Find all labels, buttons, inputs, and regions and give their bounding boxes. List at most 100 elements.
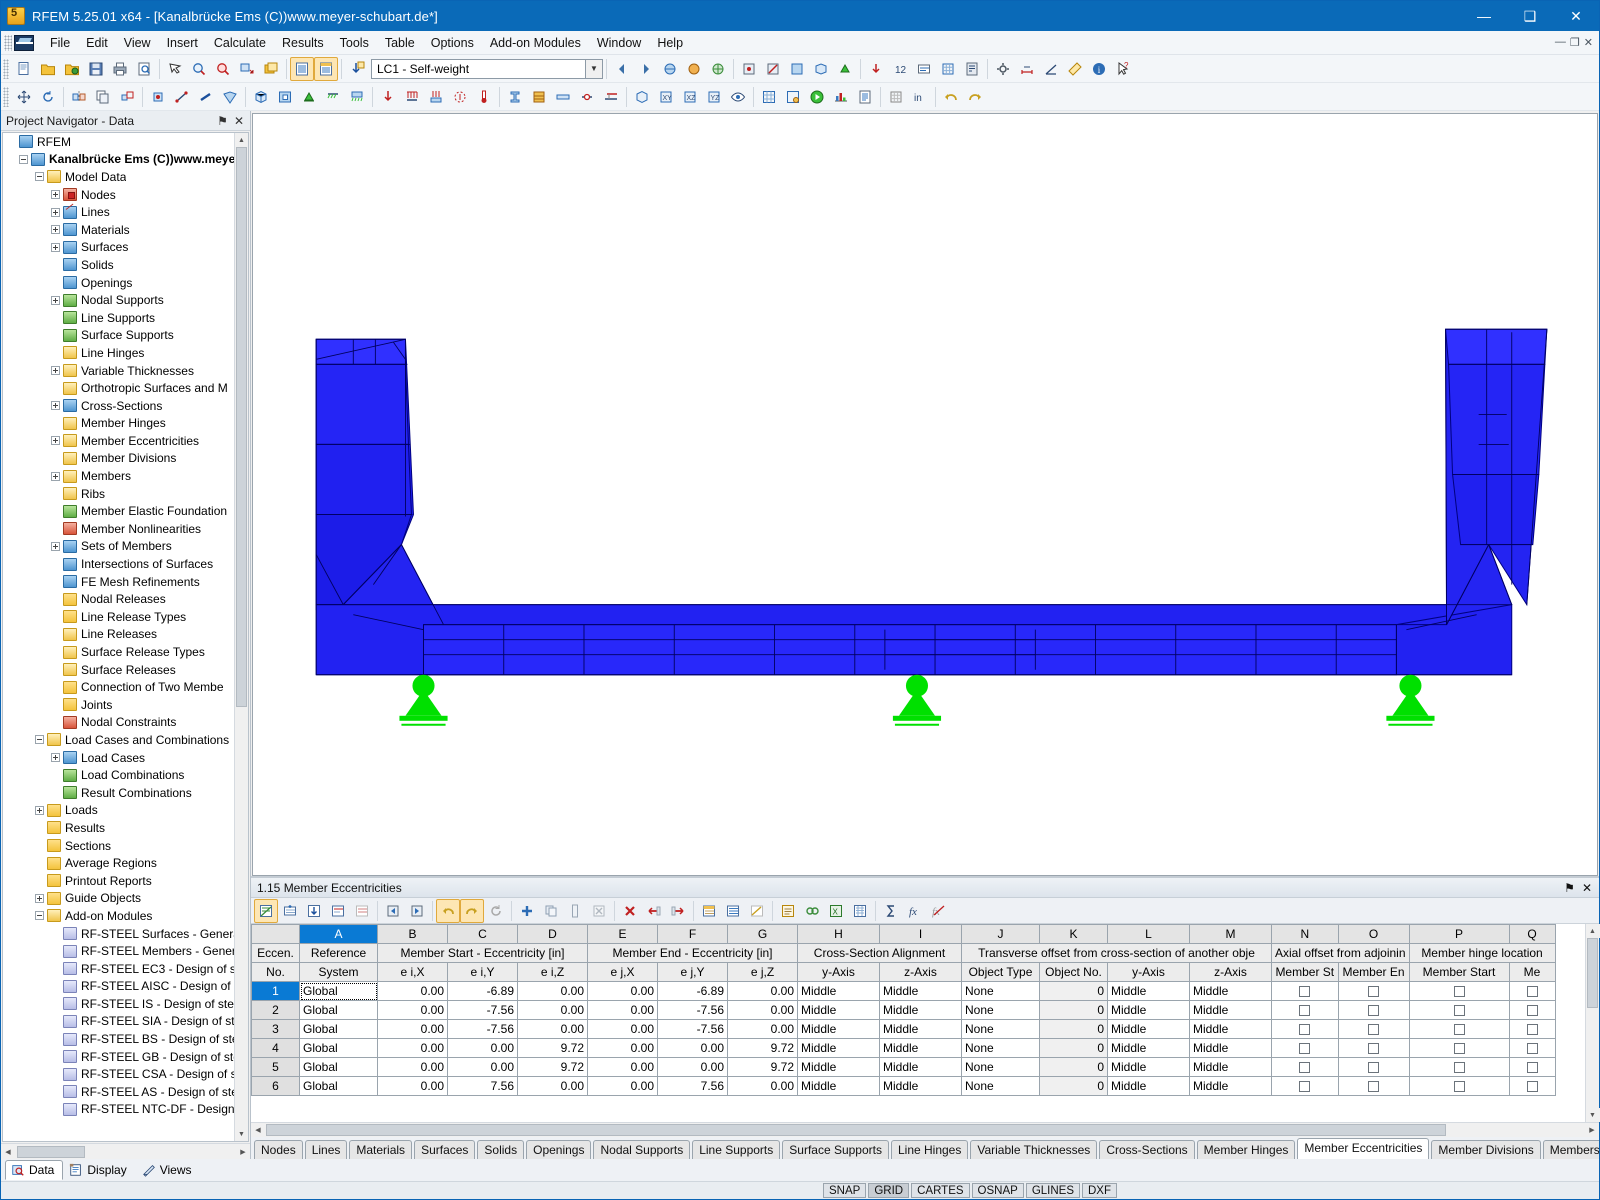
cell-ejy[interactable]: -7.56 <box>657 1019 728 1039</box>
settings-icon[interactable] <box>991 57 1015 81</box>
cell-system[interactable]: Global <box>299 1038 378 1058</box>
new-surface-icon[interactable] <box>218 85 242 109</box>
cell-eiy[interactable]: -7.56 <box>447 1019 518 1039</box>
table-scroll-down-icon[interactable]: ▼ <box>1585 1108 1600 1122</box>
cell-eix[interactable]: 0.00 <box>377 1076 448 1096</box>
table-view-icon[interactable] <box>721 899 745 923</box>
render-colors-icon[interactable] <box>682 57 706 81</box>
cell-csa_z[interactable]: Middle <box>879 1000 962 1020</box>
pin-icon[interactable]: ⚑ <box>217 114 228 128</box>
duplicate-row-icon[interactable] <box>539 899 563 923</box>
cell-obj_type[interactable]: None <box>961 1038 1040 1058</box>
sheet-tab-lines[interactable]: Lines <box>304 1140 348 1159</box>
redo-icon[interactable] <box>963 85 987 109</box>
table-link-icon[interactable] <box>800 899 824 923</box>
checkbox-ax_start[interactable] <box>1299 986 1311 998</box>
tree-expand-icon[interactable] <box>51 207 60 217</box>
cell-eiz[interactable]: 0.00 <box>517 1019 588 1039</box>
table-redo-icon[interactable] <box>460 898 484 923</box>
checkbox-ax_end[interactable] <box>1368 1043 1380 1055</box>
tree-item-rf-steel-csa-design-of-st[interactable]: RF-STEEL CSA - Design of st <box>3 1065 234 1083</box>
tree-item-lines[interactable]: Lines <box>3 203 234 221</box>
tree-collapse-icon[interactable] <box>35 735 44 745</box>
cell-system[interactable]: Global <box>299 1019 378 1039</box>
tree-item-line-supports[interactable]: Line Supports <box>3 309 234 327</box>
cell-eiz[interactable]: 0.00 <box>517 1076 588 1096</box>
cell-csa_z[interactable]: Middle <box>879 1038 962 1058</box>
menu-item-results[interactable]: Results <box>274 33 332 53</box>
table-row[interactable]: 4 Global 0.00 0.00 9.72 0.00 0.00 9.72 Middle Mid… <box>251 1038 1556 1058</box>
table-vscroll-thumb[interactable] <box>1587 938 1598 1008</box>
table-grid-icon[interactable] <box>314 56 338 81</box>
tree-item-rf-steel-members-gener[interactable]: RF-STEEL Members - Gener <box>3 942 234 960</box>
cell-ejz[interactable]: 9.72 <box>727 1057 798 1077</box>
row-number-header[interactable]: 6 <box>251 1076 300 1096</box>
checkbox-hinge_start[interactable] <box>1453 1005 1465 1017</box>
column-letter-Q[interactable]: Q <box>1508 924 1556 944</box>
cell-to_y[interactable]: Middle <box>1107 1057 1190 1077</box>
sheet-tab-solids[interactable]: Solids <box>477 1140 525 1159</box>
cell-csa_y[interactable]: Middle <box>797 1057 880 1077</box>
cell-system[interactable]: Global <box>299 1076 378 1096</box>
cell-eiy[interactable]: 0.00 <box>447 1057 518 1077</box>
column-letter-rowhdr[interactable] <box>251 924 300 944</box>
grid-settings-icon[interactable] <box>884 85 908 109</box>
fe-mesh-settings-icon[interactable] <box>781 85 805 109</box>
table-notes-icon[interactable] <box>776 899 800 923</box>
tree-item-sections[interactable]: Sections <box>3 837 234 855</box>
load-case-dropdown-arrow[interactable]: ▼ <box>586 58 603 79</box>
sheet-tab-members[interactable]: Members <box>1542 1140 1599 1159</box>
tree-item-member-divisions[interactable]: Member Divisions <box>3 450 234 468</box>
tree-item-nodal-releases[interactable]: Nodal Releases <box>3 590 234 608</box>
table-grid-area[interactable]: A B C D E F G H I J K L M N O P Q Eccen. Reference Member S… <box>251 924 1600 1122</box>
tree-item-orthotropic-surfaces-and-m[interactable]: Orthotropic Surfaces and M <box>3 379 234 397</box>
tree-item-rfem[interactable]: RFEM <box>3 133 234 151</box>
formula-icon[interactable]: fx <box>903 899 927 923</box>
navigator-horizontal-scrollbar[interactable]: ◀ ▶ <box>1 1143 250 1160</box>
save-icon[interactable] <box>84 57 108 81</box>
table-pin-icon[interactable]: ⚑ <box>1564 881 1575 895</box>
tree-item-member-nonlinearities[interactable]: Member Nonlinearities <box>3 520 234 538</box>
status-indicator-osnap[interactable]: OSNAP <box>971 1183 1024 1198</box>
delete-row-icon[interactable] <box>618 899 642 923</box>
cell-obj_no[interactable]: 0 <box>1039 1038 1108 1058</box>
menu-item-tools[interactable]: Tools <box>332 33 377 53</box>
checkbox-hinge_end[interactable] <box>1526 1024 1538 1036</box>
cell-csa_y[interactable]: Middle <box>797 1038 880 1058</box>
cell-eix[interactable]: 0.00 <box>377 1038 448 1058</box>
copy-icon[interactable] <box>91 85 115 109</box>
checkbox-ax_end[interactable] <box>1368 986 1380 998</box>
rotate-icon[interactable] <box>36 85 60 109</box>
prev-table-icon[interactable] <box>381 899 405 923</box>
cell-checkbox-hinge_start[interactable] <box>1408 981 1510 1001</box>
tree-expand-icon[interactable] <box>51 471 60 481</box>
navigator-vertical-scrollbar[interactable]: ▲ ▼ <box>234 133 248 1141</box>
thickness-icon[interactable] <box>551 85 575 109</box>
checkbox-hinge_end[interactable] <box>1526 986 1538 998</box>
column-letter-E[interactable]: E <box>587 924 658 944</box>
cell-obj_no[interactable]: 0 <box>1039 1076 1108 1096</box>
checkbox-hinge_end[interactable] <box>1526 1062 1538 1074</box>
pan-icon[interactable] <box>235 57 259 81</box>
navigator-tree[interactable]: RFEM Kanalbrücke Ems (C))www.meyer Model D… <box>2 132 249 1142</box>
cell-eix[interactable]: 0.00 <box>377 1057 448 1077</box>
cell-to_y[interactable]: Middle <box>1107 1019 1190 1039</box>
tree-item-load-cases[interactable]: Load Cases <box>3 749 234 767</box>
cell-csa_y[interactable]: Middle <box>797 981 880 1001</box>
model-viewport[interactable] <box>252 113 1598 876</box>
tree-item-loads[interactable]: Loads <box>3 802 234 820</box>
tree-expand-icon[interactable] <box>35 805 44 815</box>
cell-csa_y[interactable]: Middle <box>797 1000 880 1020</box>
sheet-tab-nodal-supports[interactable]: Nodal Supports <box>593 1140 691 1159</box>
tree-expand-icon[interactable] <box>51 242 60 252</box>
tree-item-connection-of-two-membe[interactable]: Connection of Two Membe <box>3 678 234 696</box>
column-letter-O[interactable]: O <box>1337 924 1410 944</box>
print-icon[interactable] <box>108 57 132 81</box>
table-row[interactable]: 5 Global 0.00 0.00 9.72 0.00 0.00 9.72 Middle Mid… <box>251 1057 1556 1077</box>
tree-item-kanalbr-cke-ems-c-www-meyer[interactable]: Kanalbrücke Ems (C))www.meyer <box>3 151 234 169</box>
view-3d-icon[interactable] <box>630 85 654 109</box>
unit-settings-icon[interactable]: in <box>908 85 932 109</box>
column-letter-B[interactable]: B <box>377 924 448 944</box>
table-sheet-tabs[interactable]: Nodes Lines Materials Surfaces Solids Opening… <box>251 1137 1599 1159</box>
visibility-icon[interactable] <box>726 85 750 109</box>
